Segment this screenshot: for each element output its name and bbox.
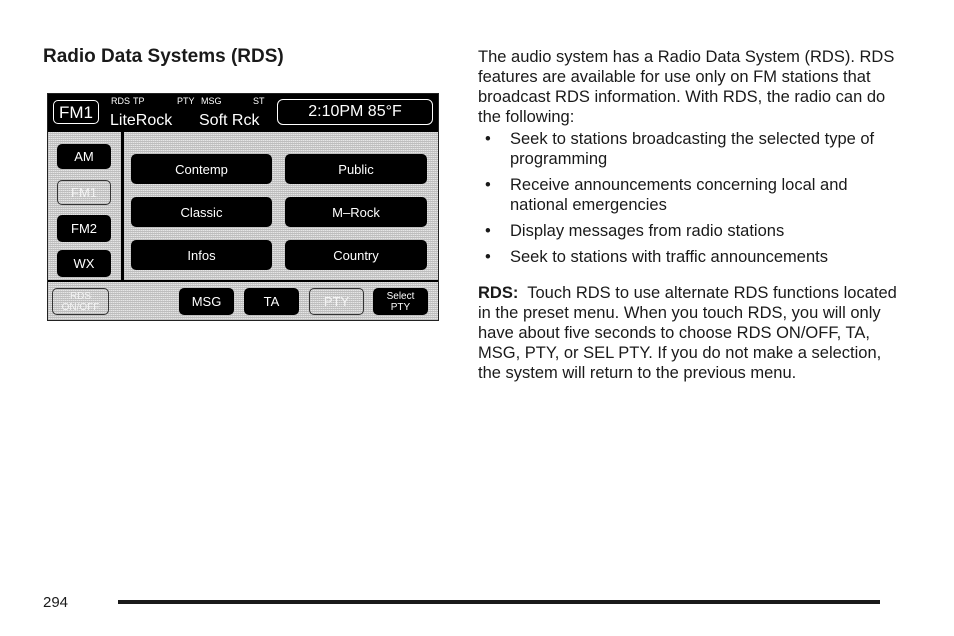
page-number: 294 <box>43 594 69 611</box>
band-button-am[interactable]: AM <box>57 144 111 169</box>
bullet-icon: • <box>485 176 491 194</box>
rds-indicator: RDS <box>111 96 131 106</box>
section-title: Radio Data Systems (RDS) <box>43 46 284 67</box>
footer-rule <box>118 600 880 604</box>
program-type: Soft Rck <box>199 112 260 129</box>
rds-on-off-button[interactable]: RDS ON/OFF <box>52 288 109 315</box>
list-item: • Seek to stations broadcasting the selec… <box>485 130 875 168</box>
pty-indicator: PTY <box>177 96 195 106</box>
clock-temperature: 2:10PM 85°F <box>277 99 433 125</box>
radio-display-illustration: FM1 RDS TP PTY MSG ST LiteRock Soft Rck … <box>47 93 439 321</box>
station-name: LiteRock <box>110 112 173 129</box>
pty-button-public[interactable]: Public <box>285 154 427 184</box>
bullet-icon: • <box>485 248 491 266</box>
feature-list: • Seek to stations broadcasting the selec… <box>478 129 898 267</box>
pty-button[interactable]: PTY <box>309 288 364 315</box>
pty-button-infos[interactable]: Infos <box>131 240 272 270</box>
ta-button[interactable]: TA <box>244 288 299 315</box>
pty-button-m-rock[interactable]: M–Rock <box>285 197 427 227</box>
intro-paragraph: The audio system has a Radio Data System… <box>478 48 895 126</box>
band-button-wx[interactable]: WX <box>57 250 111 277</box>
msg-indicator: MSG <box>201 96 222 106</box>
rds-term: RDS: <box>478 284 519 302</box>
band-button-fm1[interactable]: FM1 <box>57 180 111 205</box>
body-text: The audio system has a Radio Data System… <box>478 47 898 383</box>
pty-button-contemp[interactable]: Contemp <box>131 154 272 184</box>
band-indicator: FM1 <box>53 100 99 124</box>
bullet-icon: • <box>485 130 491 148</box>
rds-paragraph: RDS: Touch RDS to use alternate RDS func… <box>478 284 897 382</box>
divider-horizontal <box>48 280 438 282</box>
list-item: • Seek to stations with traffic announcem… <box>485 248 828 266</box>
msg-button[interactable]: MSG <box>179 288 234 315</box>
pty-button-country[interactable]: Country <box>285 240 427 270</box>
list-item: • Receive announcements concerning local … <box>485 176 848 214</box>
list-item: • Display messages from radio stations <box>485 222 785 240</box>
display-status-bar: FM1 RDS TP PTY MSG ST LiteRock Soft Rck … <box>48 94 438 132</box>
pty-button-classic[interactable]: Classic <box>131 197 272 227</box>
tp-indicator: TP <box>133 96 145 106</box>
band-button-fm2[interactable]: FM2 <box>57 215 111 242</box>
divider-vertical <box>121 132 124 280</box>
bullet-icon: • <box>485 222 491 240</box>
stereo-indicator: ST <box>253 96 265 106</box>
select-pty-button[interactable]: Select PTY <box>373 288 428 315</box>
